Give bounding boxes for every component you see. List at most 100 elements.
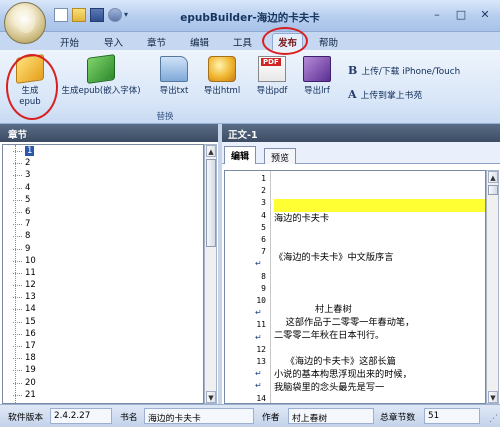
tab-edit-view[interactable]: 编辑: [224, 146, 257, 164]
upload-download-iphone-button[interactable]: B 上传/下载 iPhone/Touch: [348, 64, 460, 77]
chapter-item[interactable]: 1: [3, 145, 203, 157]
chapter-item[interactable]: 9: [3, 243, 203, 255]
chapter-tree[interactable]: 1 2 3 4 5 6 7 8 9 10 11 12 13 14 15 16 17 18 19 20 21: [2, 144, 204, 404]
line-number: 4: [261, 210, 266, 220]
pane-splitter[interactable]: [218, 124, 222, 404]
line-wrap-icon: ↵: [255, 332, 262, 342]
upload-to-bookstore-button[interactable]: A 上传到掌上书苑: [348, 88, 422, 101]
tab-tools[interactable]: 工具: [233, 35, 252, 49]
export-html-label: 导出html: [203, 86, 241, 96]
chapter-item[interactable]: 18: [3, 352, 203, 364]
close-button[interactable]: ✕: [474, 6, 496, 24]
editor-line: 小说的基本构思浮现出来的时候，: [274, 369, 412, 380]
status-bar: 软件版本 2.4.2.27 书名 海边的卡夫卡 作者 村上春树 总章节数 51 …: [0, 404, 500, 427]
export-pdf-label: 导出pdf: [256, 86, 288, 96]
chapter-item[interactable]: 4: [3, 182, 203, 194]
chapter-item[interactable]: 14: [3, 303, 203, 315]
line-wrap-icon: ↵: [255, 259, 262, 269]
chapter-item-label: 19: [25, 365, 36, 376]
line-number: 2: [261, 186, 266, 196]
chapter-item[interactable]: 10: [3, 255, 203, 267]
chapter-item-label: 15: [25, 316, 36, 327]
chapter-item[interactable]: 21: [3, 389, 203, 401]
line-number: 9: [261, 283, 266, 293]
line-number: 11: [256, 320, 266, 330]
scroll-down-icon[interactable]: ▼: [206, 391, 216, 403]
chapter-item-label: 9: [25, 243, 31, 254]
chapter-item[interactable]: 8: [3, 230, 203, 242]
export-lrf-label: 导出lrf: [304, 86, 330, 96]
chapter-item[interactable]: 19: [3, 364, 203, 376]
editor-line: 二零零二年秋在日本刊行。: [274, 330, 385, 341]
line-number-gutter: 1 2 3 4 5 6 7 ↵ 8 9 10 ↵ 11 ↵ 12 13 ↵ ↵ 14: [225, 171, 271, 403]
tab-import[interactable]: 导入: [104, 35, 123, 49]
app-menu-orb-button[interactable]: [4, 2, 46, 44]
chapter-item-label: 13: [25, 292, 36, 303]
chapter-item[interactable]: 16: [3, 328, 203, 340]
generate-epub-embedded-font-button[interactable]: 生成epub(嵌入字体): [58, 54, 144, 106]
scroll-up-icon[interactable]: ▲: [488, 171, 498, 183]
tab-chapter[interactable]: 章节: [147, 35, 166, 49]
minimize-button[interactable]: –: [426, 6, 448, 24]
chapter-item[interactable]: 6: [3, 206, 203, 218]
chapter-item-label: 16: [25, 328, 36, 339]
export-txt-button[interactable]: 导出txt: [152, 54, 196, 106]
tab-edit[interactable]: 编辑: [190, 35, 209, 49]
author-value: 村上春树: [288, 408, 374, 424]
a-glyph-icon: A: [348, 88, 357, 101]
chapter-item[interactable]: 15: [3, 316, 203, 328]
b-glyph-icon: B: [348, 64, 358, 77]
lrf-book-icon: [303, 56, 331, 82]
line-wrap-icon: ↵: [255, 369, 262, 379]
book-title-value: 海边的卡夫卡: [144, 408, 254, 424]
upload-to-bookstore-label: 上传到掌上书苑: [360, 91, 423, 101]
chapter-scrollbar[interactable]: ▲ ▼: [204, 144, 217, 404]
export-lrf-button[interactable]: 导出lrf: [296, 54, 338, 106]
chapter-item[interactable]: 17: [3, 340, 203, 352]
export-pdf-button[interactable]: 导出pdf: [250, 54, 294, 106]
tab-publish[interactable]: 发布: [272, 33, 304, 51]
line-number: 5: [261, 222, 266, 232]
scroll-thumb[interactable]: [206, 159, 216, 247]
tab-start[interactable]: 开始: [60, 35, 79, 49]
export-txt-label: 导出txt: [159, 86, 189, 96]
chapter-count-label: 总章节数: [380, 413, 416, 423]
tab-help[interactable]: 帮助: [319, 35, 338, 49]
chapter-item[interactable]: 13: [3, 291, 203, 303]
text-editor[interactable]: 1 2 3 4 5 6 7 ↵ 8 9 10 ↵ 11 ↵ 12 13 ↵ ↵ 14 海边的卡夫卡 《海边的卡夫卡》中…: [224, 170, 486, 404]
chapter-item[interactable]: 11: [3, 267, 203, 279]
upload-download-iphone-label: 上传/下载 iPhone/Touch: [361, 67, 461, 77]
maximize-button[interactable]: □: [450, 6, 472, 24]
line-number: 8: [261, 271, 266, 281]
tab-preview[interactable]: 预览: [264, 148, 297, 164]
export-html-button[interactable]: 导出html: [198, 54, 246, 106]
version-value: 2.4.2.27: [50, 408, 112, 424]
scroll-thumb[interactable]: [488, 185, 498, 195]
chapter-item[interactable]: 5: [3, 194, 203, 206]
resize-grip-icon[interactable]: ⋰: [489, 414, 498, 424]
line-number: 12: [256, 344, 266, 354]
generate-epub-button[interactable]: 生成 epub: [10, 54, 50, 107]
chapter-item-label: 7: [25, 219, 31, 230]
chapter-item-label: 1: [25, 146, 35, 156]
author-label: 作者: [262, 413, 280, 423]
scroll-down-icon[interactable]: ▼: [488, 391, 498, 403]
chapter-item[interactable]: 12: [3, 279, 203, 291]
chapter-item-label: 18: [25, 353, 36, 364]
chapter-item-label: 5: [25, 194, 31, 205]
body-header: 正文-1: [222, 124, 500, 142]
chapter-item[interactable]: 2: [3, 157, 203, 169]
chapter-item[interactable]: 20: [3, 377, 203, 389]
scroll-up-icon[interactable]: ▲: [206, 145, 216, 157]
chapter-item-label: 11: [25, 267, 36, 278]
folder-icon: [160, 56, 188, 82]
chapter-item[interactable]: 7: [3, 218, 203, 230]
editor-scrollbar[interactable]: ▲ ▼: [486, 170, 499, 404]
chapter-item[interactable]: 3: [3, 169, 203, 181]
